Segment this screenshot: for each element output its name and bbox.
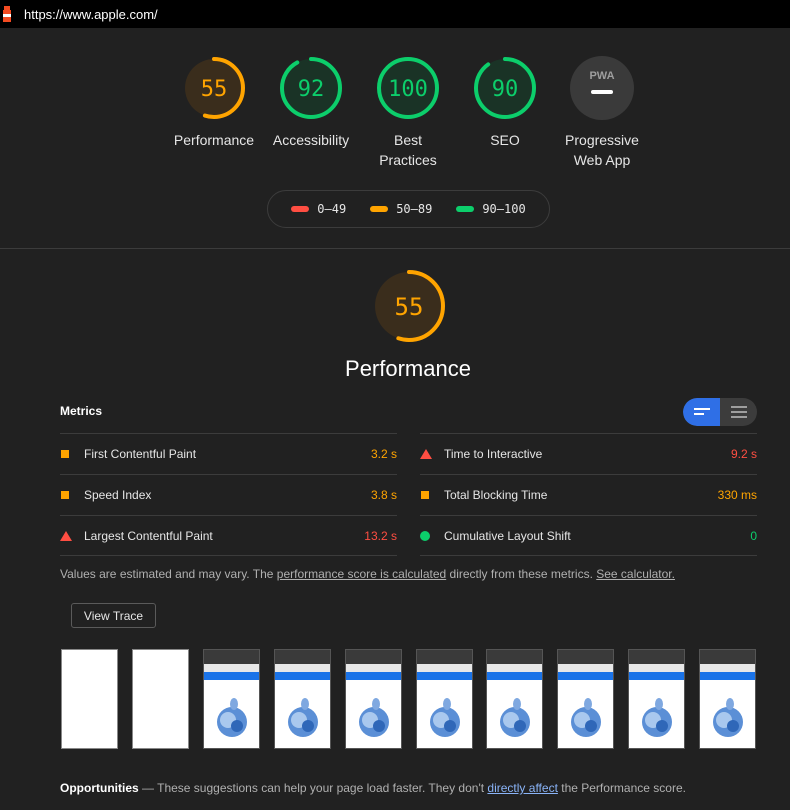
metric-row: Total Blocking Time 330 ms <box>420 474 757 515</box>
gauge-ring-icon: 90 <box>474 57 536 119</box>
opportunities-text: the Performance score. <box>557 781 686 795</box>
metric-name: Cumulative Layout Shift <box>444 528 571 543</box>
apple-event-logo-icon <box>358 698 389 737</box>
gauge-label: Best Practices <box>379 132 437 168</box>
expanded-view-button[interactable] <box>720 398 757 426</box>
square-icon <box>420 490 444 500</box>
metric-name: Largest Contentful Paint <box>84 528 213 543</box>
apple-event-logo-icon <box>429 698 460 737</box>
filmstrip-frame <box>415 649 473 749</box>
metric-value: 3.8 s <box>370 488 397 502</box>
metric-row: Speed Index 3.8 s <box>60 474 397 515</box>
metric-name: First Contentful Paint <box>84 447 197 461</box>
see-calculator-link[interactable]: See calculator. <box>596 567 675 581</box>
filmstrip-frame <box>557 649 615 749</box>
list-compact-icon <box>693 408 710 415</box>
pwa-badge-icon: PWA <box>570 56 634 120</box>
gauge-ring-icon: 55 <box>373 270 445 342</box>
gauge-score: 90 <box>492 77 519 102</box>
metric-value: 13.2 s <box>364 528 397 543</box>
triangle-icon <box>60 530 84 541</box>
gauge-ring-icon: 92 <box>280 57 342 119</box>
directly-affect-link[interactable]: directly affect <box>487 781 557 795</box>
metric-value: 9.2 s <box>730 447 757 461</box>
score-legend: 0–49 50–89 90–100 <box>267 190 550 228</box>
section-divider <box>0 248 790 249</box>
metric-row: Time to Interactive 9.2 s <box>420 433 757 474</box>
metric-row: Cumulative Layout Shift 0 <box>420 515 757 556</box>
gauge-ring-icon: 55 <box>183 57 245 119</box>
filmstrip-frame <box>699 649 757 749</box>
legend-label: 90–100 <box>482 202 526 216</box>
gauge-label: SEO <box>490 132 520 148</box>
gauge-score: 55 <box>201 77 228 102</box>
metrics-note: Values are estimated and may vary. The p… <box>60 567 675 581</box>
opportunities-text: These suggestions can help your page loa… <box>157 781 488 795</box>
view-trace-button[interactable]: View Trace <box>71 603 156 628</box>
legend-swatch <box>291 206 310 212</box>
lighthouse-icon <box>0 3 14 25</box>
circle-icon <box>420 530 444 541</box>
metric-row: First Contentful Paint 3.2 s <box>60 433 397 474</box>
performance-score: 55 <box>395 293 424 321</box>
gauge-ring-icon: 100 <box>377 57 439 119</box>
gauge-performance[interactable]: 55 Performance <box>164 56 264 150</box>
opportunities-title: Opportunities <box>60 781 139 795</box>
metrics-view-toggle[interactable] <box>683 398 757 426</box>
metric-name: Speed Index <box>84 488 152 502</box>
gauge-label: Performance <box>173 132 255 148</box>
square-icon <box>60 490 84 500</box>
gauge-best-practices[interactable]: 100 Best Practices <box>358 56 458 170</box>
performance-score-link[interactable]: performance score is calculated <box>277 567 446 581</box>
filmstrip-frame <box>202 649 260 749</box>
filmstrip-frame <box>628 649 686 749</box>
legend-item-fail: 0–49 <box>291 202 346 216</box>
opportunities-header: Opportunities — These suggestions can he… <box>60 781 686 795</box>
filmstrip-frame <box>486 649 544 749</box>
metric-value: 3.2 s <box>370 447 397 461</box>
legend-item-pass: 90–100 <box>456 202 526 216</box>
opportunities-dash: — <box>138 781 158 795</box>
top-bar: https://www.apple.com/ <box>0 0 790 28</box>
page-url[interactable]: https://www.apple.com/ <box>24 7 158 22</box>
legend-swatch <box>456 206 475 212</box>
apple-event-logo-icon <box>713 698 744 737</box>
gauge-seo[interactable]: 90 SEO <box>455 56 555 150</box>
legend-label: 0–49 <box>317 202 347 216</box>
square-icon <box>60 449 84 459</box>
apple-event-logo-icon <box>216 698 247 737</box>
apple-event-logo-icon <box>500 698 531 737</box>
note-text: directly from these metrics. <box>446 567 597 581</box>
triangle-icon <box>420 449 444 459</box>
gauge-score: 100 <box>388 77 428 102</box>
apple-event-logo-icon <box>642 698 673 737</box>
legend-item-average: 50–89 <box>370 202 432 216</box>
list-expanded-icon <box>730 406 747 418</box>
filmstrip-frame-blank <box>61 649 118 749</box>
performance-gauge-large: 55 <box>372 269 446 343</box>
performance-title: Performance <box>345 356 471 381</box>
gauge-pwa[interactable]: PWA Progressive Web App <box>552 56 652 170</box>
gauge-accessibility[interactable]: 92 Accessibility <box>261 56 361 150</box>
apple-event-logo-icon <box>571 698 602 737</box>
legend-label: 50–89 <box>396 202 433 216</box>
filmstrip-frame-blank <box>131 649 189 749</box>
filmstrip-frame <box>344 649 402 749</box>
legend-swatch <box>370 206 389 212</box>
gauge-score: 92 <box>298 77 325 102</box>
filmstrip-frame <box>273 649 331 749</box>
metric-row: Largest Contentful Paint 13.2 s <box>60 515 397 556</box>
apple-event-logo-icon <box>287 698 318 737</box>
metric-value: 0 <box>750 528 757 543</box>
note-text: Values are estimated and may vary. The <box>60 567 277 581</box>
compact-view-button[interactable] <box>683 398 720 426</box>
gauge-label: Progressive Web App <box>565 132 639 168</box>
metrics-header: Metrics <box>60 404 103 418</box>
pwa-badge-text: PWA <box>589 70 614 82</box>
metric-name: Total Blocking Time <box>444 488 548 502</box>
metric-name: Time to Interactive <box>444 447 543 461</box>
gauge-label: Accessibility <box>272 132 350 148</box>
metric-value: 330 ms <box>717 488 757 502</box>
